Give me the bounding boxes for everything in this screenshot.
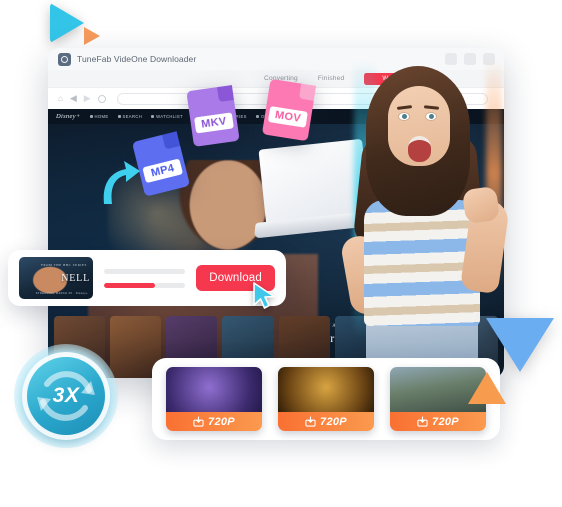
speed-badge: 3X <box>14 344 118 448</box>
page-fold-corner <box>298 83 317 101</box>
format-label: MKV <box>194 112 234 134</box>
result-card-loki[interactable]: 720P <box>278 367 374 431</box>
mouse-pointer-icon <box>253 282 275 309</box>
quality-label: 720P <box>208 415 235 428</box>
result-card-doctor-who[interactable]: 720P <box>166 367 262 431</box>
play-triangle-small-icon <box>84 27 100 45</box>
result-card-list: 720P 720P 720P <box>152 358 500 440</box>
play-triangle-icon <box>50 3 84 43</box>
app-title: TuneFab VideOne Downloader <box>77 54 197 64</box>
format-badge-mkv: MKV <box>186 85 240 147</box>
format-label: MOV <box>267 106 308 128</box>
back-icon[interactable]: ◀ <box>70 94 77 103</box>
pupil-right <box>429 114 434 119</box>
site-logo[interactable]: Disney+ <box>56 113 81 120</box>
quality-badge[interactable]: 720P <box>166 412 262 431</box>
nav-item-search[interactable]: SEARCH <box>117 114 143 119</box>
speed-badge-circle: 3X <box>27 357 105 435</box>
quality-badge[interactable]: 720P <box>390 412 486 431</box>
home-icon[interactable]: ⌂ <box>58 94 63 103</box>
progress-bar-upper <box>104 268 186 274</box>
thumbnail-title: NELL <box>61 273 90 284</box>
download-thumbnail: FROM THE BBC SERIES NELL STREAMING MARCH… <box>19 257 93 299</box>
progress-bar-lower <box>104 282 186 288</box>
raised-fist <box>461 185 501 225</box>
card-artwork <box>166 367 262 412</box>
nav-item-watchlist[interactable]: WATCHLIST <box>151 114 183 119</box>
progress-group <box>104 268 186 288</box>
pupil-left <box>402 114 407 119</box>
quality-badge[interactable]: 720P <box>278 412 374 431</box>
thumbnail-footer: STREAMING MARCH 25 · Disney+ <box>35 292 88 295</box>
download-box-icon <box>305 416 316 427</box>
thumbnail-kicker: FROM THE BBC SERIES <box>41 263 87 267</box>
promo-illustration: TuneFab VideOne Downloader Converting Fi… <box>0 0 562 507</box>
curved-up-arrow-icon <box>103 161 140 204</box>
download-box-icon <box>417 416 428 427</box>
format-label: MP4 <box>142 158 184 184</box>
quality-label: 720P <box>432 415 459 428</box>
triangle-up-icon <box>468 372 506 404</box>
download-bar: FROM THE BBC SERIES NELL STREAMING MARCH… <box>8 250 286 306</box>
nav-item-home[interactable]: HOME <box>89 114 109 119</box>
page-fold-corner <box>161 131 181 150</box>
page-fold-corner <box>217 85 234 103</box>
speed-badge-label: 3X <box>52 384 80 407</box>
download-box-icon <box>193 416 204 427</box>
reload-icon[interactable] <box>97 94 106 103</box>
forward-icon[interactable]: ▶ <box>84 94 91 103</box>
triangle-down-icon <box>486 318 554 372</box>
format-badge-mov: MOV <box>261 78 317 142</box>
card-artwork <box>278 367 374 412</box>
open-mouth <box>408 136 431 162</box>
film-reel-icon <box>58 52 71 66</box>
quality-label: 720P <box>320 415 347 428</box>
